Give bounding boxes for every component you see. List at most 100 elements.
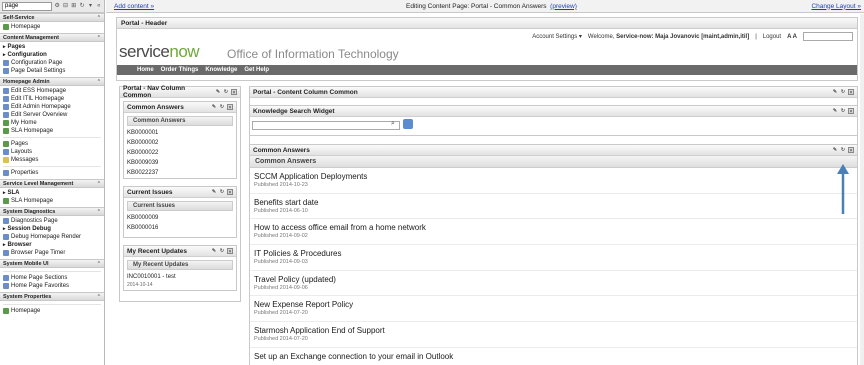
article-item[interactable]: Benefits start date Published 2014-06-10 — [250, 194, 857, 220]
kb-search-input[interactable] — [252, 121, 400, 130]
close-icon[interactable]: × — [848, 147, 854, 154]
article-item[interactable]: New Expense Report Policy Published 2014-… — [250, 296, 857, 323]
chevron-up-icon[interactable]: ⌃ — [97, 79, 101, 85]
add-content-link[interactable]: Add content » — [114, 3, 154, 10]
chevron-up-icon[interactable]: ⌃ — [97, 261, 101, 267]
logout-link[interactable]: Logout — [763, 34, 781, 40]
edit-icon[interactable]: ✎ — [215, 89, 221, 95]
nav-module-link[interactable]: Home Page Favorites — [3, 282, 101, 290]
search-icon[interactable]: ⌕ — [391, 120, 395, 128]
edit-icon[interactable]: ✎ — [211, 189, 217, 195]
refresh-icon[interactable]: ↻ — [223, 89, 229, 95]
article-item[interactable]: How to access office email from a home n… — [250, 219, 857, 246]
nav-section-header[interactable]: Service Level Management ⌃ — [0, 179, 104, 188]
article-item[interactable]: SCCM Application Deployments Published 20… — [250, 168, 857, 194]
article-title[interactable]: SCCM Application Deployments — [254, 172, 853, 181]
close-icon[interactable]: × — [231, 89, 237, 96]
kb-link[interactable]: KB0000009 — [124, 213, 236, 223]
chevron-up-icon[interactable]: ⌃ — [97, 181, 101, 187]
edit-icon[interactable]: ✎ — [211, 248, 217, 254]
nav-module-link[interactable]: Pages — [3, 140, 101, 148]
kb-link[interactable]: KB0000016 — [124, 223, 236, 233]
menu-knowledge[interactable]: Knowledge — [205, 67, 237, 73]
menu-order-things[interactable]: Order Things — [161, 67, 199, 73]
refresh-icon[interactable]: ↻ — [840, 89, 846, 95]
nav-section-header[interactable]: System Mobile UI ⌃ — [0, 259, 104, 268]
gear-icon[interactable]: ⚙ — [54, 3, 60, 10]
global-search-input[interactable] — [803, 32, 853, 41]
edit-icon[interactable]: ✎ — [832, 89, 838, 95]
account-settings-menu[interactable]: Account Settings ▾ — [532, 33, 582, 40]
chevron-down-icon[interactable]: ▾ — [87, 3, 93, 10]
nav-module-link[interactable]: Homepage — [3, 307, 101, 315]
nav-module-link[interactable]: Properties — [3, 169, 101, 177]
nav-module-link[interactable]: Edit ITIL Homepage — [3, 95, 101, 103]
article-title[interactable]: Starmosh Application End of Support — [254, 326, 853, 335]
nav-section-header[interactable]: Homepage Admin ⌃ — [0, 77, 104, 86]
article-title[interactable]: Benefits start date — [254, 198, 853, 207]
page-scrollbar[interactable] — [860, 14, 864, 365]
expand-all-icon[interactable]: ⊞ — [71, 3, 77, 10]
nav-module-link[interactable]: Homepage — [3, 23, 101, 31]
chevron-up-icon[interactable]: ⌃ — [97, 15, 101, 21]
close-icon[interactable]: × — [227, 248, 233, 255]
nav-module-link[interactable]: Edit Server Overview — [3, 111, 101, 119]
close-icon[interactable]: × — [227, 189, 233, 196]
font-size-toggle[interactable]: A A — [787, 34, 797, 40]
change-layout-link[interactable]: Change Layout » — [811, 3, 861, 10]
kb-link[interactable]: KB0022237 — [124, 168, 236, 178]
article-title[interactable]: Set up an Exchange connection to your em… — [254, 352, 853, 361]
nav-module-link[interactable]: SLA Homepage — [3, 127, 101, 135]
article-item[interactable]: Starmosh Application End of Support Publi… — [250, 322, 857, 348]
nav-filter-input[interactable] — [2, 1, 52, 11]
article-item[interactable]: Set up an Exchange connection to your em… — [250, 348, 857, 365]
nav-module-link[interactable]: Layouts — [3, 148, 101, 156]
chevron-up-icon[interactable]: ⌃ — [97, 294, 101, 300]
article-title[interactable]: New Expense Report Policy — [254, 300, 853, 309]
collapse-all-icon[interactable]: ⊟ — [62, 3, 68, 10]
kb-link[interactable]: KB0000001 — [124, 128, 236, 138]
chevron-up-icon[interactable]: ⌃ — [97, 209, 101, 215]
nav-section-header[interactable]: System Diagnostics ⌃ — [0, 207, 104, 216]
edit-icon[interactable]: ✎ — [832, 147, 838, 153]
nav-module-link[interactable]: Browser Page Timer — [3, 249, 101, 257]
nav-module-link[interactable]: Diagnostics Page — [3, 217, 101, 225]
refresh-icon[interactable]: ↻ — [219, 189, 225, 195]
nav-module-link[interactable]: Edit ESS Homepage — [3, 87, 101, 95]
refresh-icon[interactable]: ↻ — [219, 104, 225, 110]
close-icon[interactable]: × — [227, 104, 233, 111]
article-item[interactable]: Travel Policy (updated) Published 2014-09… — [250, 271, 857, 297]
nav-group-label[interactable]: ▸ Browser — [3, 241, 101, 249]
nav-group-label[interactable]: ▸ Session Debug — [3, 225, 101, 233]
incident-link[interactable]: INC0010001 - test — [124, 272, 236, 282]
kb-link[interactable]: KB0000002 — [124, 138, 236, 148]
knowledge-icon[interactable] — [403, 119, 413, 129]
refresh-icon[interactable]: ↻ — [840, 147, 846, 153]
nav-module-link[interactable]: Debug Homepage Render — [3, 233, 101, 241]
chevron-up-icon[interactable]: ⌃ — [97, 35, 101, 41]
nav-group-label[interactable]: ▸ Configuration — [3, 51, 101, 59]
close-icon[interactable]: × — [848, 89, 854, 96]
article-title[interactable]: How to access office email from a home n… — [254, 223, 853, 232]
nav-group-label[interactable]: ▸ Pages — [3, 43, 101, 51]
close-icon[interactable]: × — [848, 108, 854, 115]
nav-module-link[interactable]: SLA Homepage — [3, 197, 101, 205]
nav-section-header[interactable]: Self-Service ⌃ — [0, 13, 104, 22]
nav-module-link[interactable]: Page Detail Settings — [3, 67, 101, 75]
article-title[interactable]: Travel Policy (updated) — [254, 275, 853, 284]
hide-nav-icon[interactable]: « — [96, 3, 102, 10]
nav-module-link[interactable]: Edit Admin Homepage — [3, 103, 101, 111]
menu-get-help[interactable]: Get Help — [244, 67, 269, 73]
nav-module-link[interactable]: My Home — [3, 119, 101, 127]
kb-link[interactable]: KB0000022 — [124, 148, 236, 158]
nav-module-link[interactable]: Home Page Sections — [3, 274, 101, 282]
nav-section-header[interactable]: System Properties ⌃ — [0, 292, 104, 301]
menu-home[interactable]: Home — [137, 67, 154, 73]
refresh-icon[interactable]: ↻ — [840, 108, 846, 114]
nav-group-label[interactable]: ▸ SLA — [3, 189, 101, 197]
preview-link[interactable]: (preview) — [550, 3, 577, 10]
refresh-icon[interactable]: ↻ — [79, 3, 85, 10]
nav-module-link[interactable]: Messages — [3, 156, 101, 164]
kb-link[interactable]: KB0009039 — [124, 158, 236, 168]
nav-section-header[interactable]: Content Management ⌃ — [0, 33, 104, 42]
